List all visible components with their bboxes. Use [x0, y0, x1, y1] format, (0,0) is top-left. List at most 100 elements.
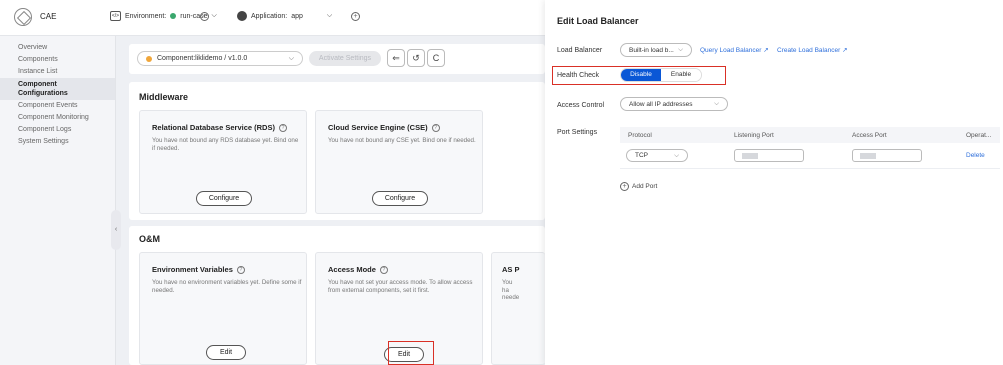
add-port-button[interactable]: + Add Port: [620, 182, 657, 191]
load-balancer-label: Load Balancer: [557, 47, 603, 54]
query-load-balancer-text: Query Load Balancer: [700, 47, 762, 54]
help-icon[interactable]: ?: [236, 265, 245, 274]
cse-title: Cloud Service Engine (CSE) ?: [328, 123, 440, 132]
edit-load-balancer-panel: Edit Load Balancer Load Balancer Built-i…: [545, 0, 1003, 365]
sidebar: Overview Components Instance List Compon…: [0, 36, 116, 365]
external-link-icon: ↗: [842, 47, 848, 54]
rds-card: Relational Database Service (RDS) ? You …: [139, 110, 307, 214]
sidebar-item-component-configurations[interactable]: Component Configurations: [0, 78, 115, 100]
sidebar-item-component-events[interactable]: Component Events: [0, 100, 115, 112]
environment-variables-description: You have no environment variables yet. D…: [152, 279, 302, 294]
create-load-balancer-text: Create Load Balancer: [777, 47, 841, 54]
middleware-section: Middleware Relational Database Service (…: [129, 82, 545, 220]
port-settings-table: Protocol Listening Port Access Port Oper…: [620, 127, 1000, 169]
protocol-select[interactable]: TCP ⌵: [626, 149, 688, 162]
app-name: CAE: [40, 12, 57, 21]
chevron-down-icon: ⌵: [288, 54, 294, 62]
top-bar: CAE </> Environment: run-case ⌵ + Applic…: [0, 0, 545, 36]
environment-status-icon: [170, 13, 177, 19]
header-access-port: Access Port: [852, 131, 887, 139]
load-balancer-value: Built-in load b...: [629, 46, 674, 54]
activate-settings-button[interactable]: Activate Settings: [309, 51, 381, 66]
application-value: app: [291, 12, 303, 20]
health-check-label: Health Check: [557, 72, 600, 79]
delete-link[interactable]: Delete: [966, 152, 1000, 159]
sidebar-item-component-monitoring[interactable]: Component Monitoring: [0, 112, 115, 124]
health-check-disable[interactable]: Disable: [621, 69, 661, 81]
add-application-icon[interactable]: +: [351, 12, 360, 21]
header-protocol: Protocol: [628, 131, 652, 139]
environment-variables-edit-button[interactable]: Edit: [206, 345, 246, 360]
cae-logo-icon: [14, 8, 32, 26]
health-check-enable[interactable]: Enable: [661, 69, 701, 81]
access-control-value: Allow all IP addresses: [629, 100, 693, 108]
rds-title: Relational Database Service (RDS) ?: [152, 123, 287, 132]
table-header: Protocol Listening Port Access Port Oper…: [620, 127, 1000, 143]
health-check-toggle[interactable]: Disable Enable: [620, 68, 702, 82]
access-control-select[interactable]: Allow all IP addresses ⌵: [620, 97, 728, 111]
add-environment-icon[interactable]: +: [200, 12, 209, 21]
help-icon[interactable]: ?: [278, 123, 287, 132]
help-icon[interactable]: ?: [431, 123, 440, 132]
om-title: O&M: [139, 234, 160, 244]
protocol-value: TCP: [635, 152, 648, 159]
application-selector[interactable]: Application: app ⌵: [237, 11, 332, 21]
back-icon[interactable]: ⇐: [387, 49, 405, 67]
access-mode-title: Access Mode ?: [328, 265, 388, 274]
add-port-label: Add Port: [632, 183, 658, 190]
header-operation: Operat...: [966, 131, 992, 139]
sidebar-collapse-handle[interactable]: ‹: [111, 210, 121, 250]
table-row: TCP ⌵ Delete: [620, 143, 1000, 169]
chevron-down-icon: ⌵: [678, 46, 683, 53]
cse-description: You have not bound any CSE yet. Bind one…: [328, 137, 476, 144]
cse-card: Cloud Service Engine (CSE) ? You have no…: [315, 110, 483, 214]
listening-port-input[interactable]: [734, 149, 804, 162]
middleware-title: Middleware: [139, 92, 189, 102]
om-section: O&M Environment Variables ? You have no …: [129, 226, 545, 365]
environment-variables-title-text: Environment Variables: [152, 265, 233, 274]
port-settings-label: Port Settings: [557, 129, 598, 136]
sidebar-item-components[interactable]: Components: [0, 54, 115, 66]
chevron-down-icon: ⌵: [326, 12, 333, 19]
application-icon: [237, 11, 247, 21]
access-mode-edit-highlight: [388, 341, 434, 365]
rds-title-text: Relational Database Service (RDS): [152, 123, 275, 132]
environment-label: Environment:: [125, 12, 167, 20]
as-policy-card: AS P You ha neede: [491, 252, 545, 365]
access-port-input[interactable]: [852, 149, 922, 162]
component-toolbar: Component:liklidemo / v1.0.0 ⌵ Activate …: [129, 44, 545, 74]
sidebar-item-component-logs[interactable]: Component Logs: [0, 124, 115, 136]
environment-icon: </>: [110, 11, 121, 21]
help-icon[interactable]: ?: [379, 265, 388, 274]
chevron-down-icon: ⌵: [211, 12, 217, 19]
history-icon[interactable]: ↺: [407, 49, 425, 67]
query-load-balancer-link[interactable]: Query Load Balancer ↗: [700, 46, 769, 54]
as-policy-description: You ha neede: [502, 279, 520, 301]
as-policy-title: AS P: [502, 265, 520, 274]
environment-variables-title: Environment Variables ?: [152, 265, 245, 274]
add-icon: +: [620, 182, 629, 191]
sidebar-item-overview[interactable]: Overview: [0, 42, 115, 54]
header-listening-port: Listening Port: [734, 131, 774, 139]
component-select-value: Component:liklidemo / v1.0.0: [157, 55, 248, 62]
environment-variables-card: Environment Variables ? You have no envi…: [139, 252, 307, 365]
chevron-down-icon: ⌵: [674, 151, 679, 159]
component-status-icon: [146, 55, 152, 62]
refresh-icon[interactable]: C: [427, 49, 445, 67]
sidebar-item-system-settings[interactable]: System Settings: [0, 136, 115, 148]
component-select[interactable]: Component:liklidemo / v1.0.0 ⌵: [137, 51, 303, 66]
cse-configure-button[interactable]: Configure: [372, 191, 428, 206]
access-control-label: Access Control: [557, 102, 605, 109]
cse-title-text: Cloud Service Engine (CSE): [328, 123, 428, 132]
sidebar-item-instance-list[interactable]: Instance List: [0, 66, 115, 78]
rds-configure-button[interactable]: Configure: [196, 191, 252, 206]
access-mode-title-text: Access Mode: [328, 265, 376, 274]
rds-description: You have not bound any RDS database yet.…: [152, 137, 299, 152]
main-content: Component:liklidemo / v1.0.0 ⌵ Activate …: [121, 36, 545, 365]
chevron-down-icon: ⌵: [714, 100, 719, 107]
panel-title: Edit Load Balancer: [557, 16, 639, 26]
create-load-balancer-link[interactable]: Create Load Balancer ↗: [777, 46, 848, 54]
load-balancer-select[interactable]: Built-in load b... ⌵: [620, 43, 692, 57]
application-label: Application:: [251, 12, 288, 20]
access-mode-description: You have not set your access mode. To al…: [328, 279, 473, 294]
